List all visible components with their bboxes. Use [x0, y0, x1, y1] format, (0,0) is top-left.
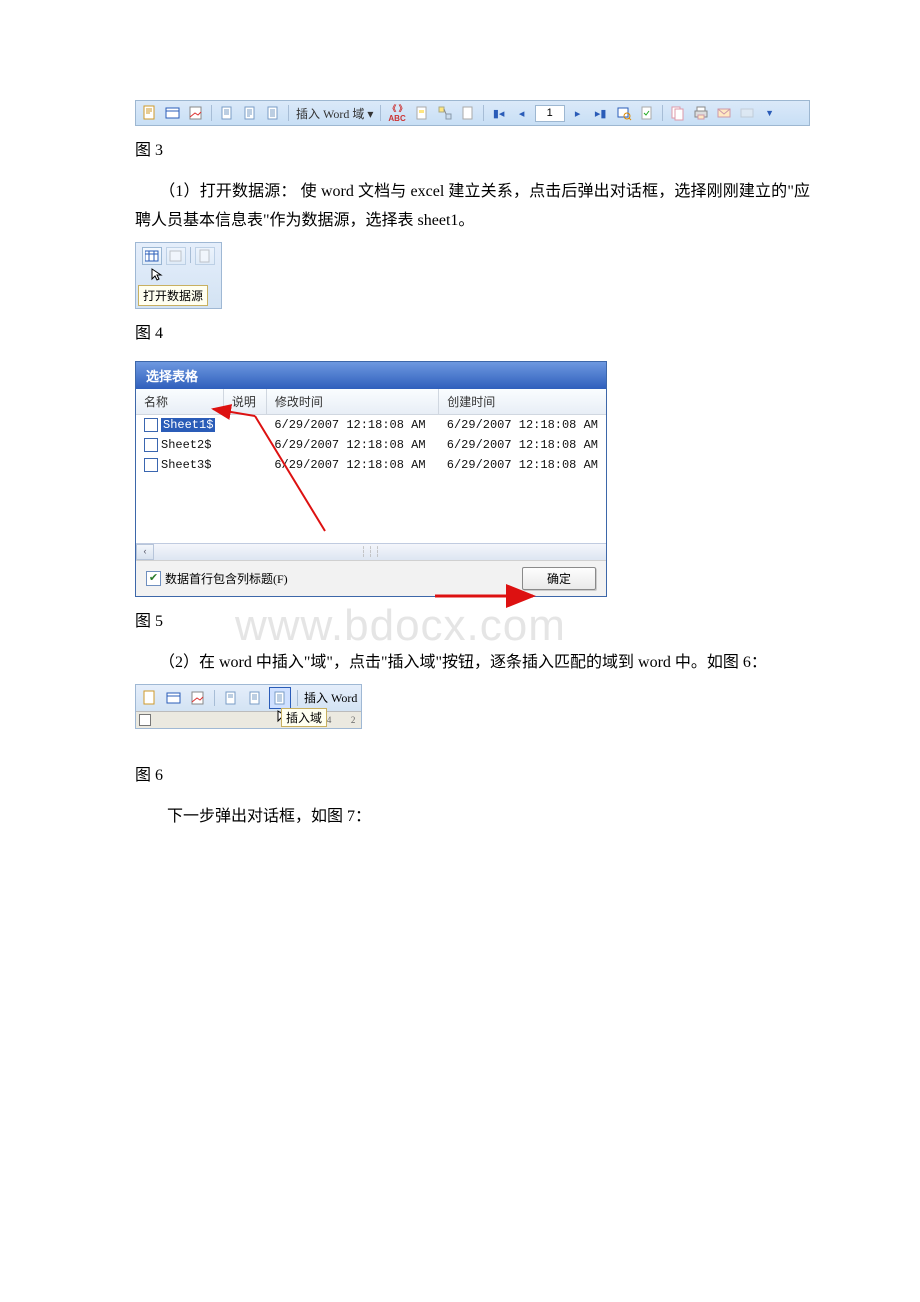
merge-to-fax-icon[interactable]	[737, 103, 757, 123]
recipients-icon[interactable]	[188, 688, 208, 708]
recipients-icon[interactable]	[166, 247, 186, 265]
paragraph-3: 下一步弹出对话框，如图 7：	[135, 803, 810, 832]
insert-field-tooltip: 插入域	[281, 708, 327, 727]
address-block-icon[interactable]	[195, 247, 215, 265]
open-data-source-tooltip: 打开数据源	[138, 285, 208, 306]
tab-selector-icon[interactable]	[139, 714, 151, 726]
figure-5-caption: 图 5	[135, 607, 810, 631]
col-desc[interactable]: 说明	[223, 389, 266, 415]
resize-grip-icon: ┆┆┆	[360, 547, 381, 558]
check-errors-icon[interactable]	[637, 103, 657, 123]
recipients-icon[interactable]	[186, 103, 206, 123]
table-row[interactable]: Sheet3$ 6/29/2007 12:18:08 AM 6/29/2007 …	[136, 455, 606, 475]
record-number-input[interactable]: 1	[535, 105, 565, 122]
figure-4-caption: 图 4	[135, 319, 810, 343]
highlight-merge-fields-icon[interactable]	[412, 103, 432, 123]
merge-to-email-icon[interactable]	[714, 103, 734, 123]
next-record-icon[interactable]: ▸	[568, 103, 588, 123]
insert-field-toolbar-snippet: 插入 Word 4 2	[135, 684, 362, 729]
figure-3-caption: 图 3	[135, 136, 810, 160]
ruler: 4 2	[136, 711, 361, 728]
scroll-left-icon[interactable]: ‹	[136, 544, 154, 560]
insert-word-text[interactable]: 插入 Word	[304, 689, 357, 706]
col-created[interactable]: 创建时间	[439, 389, 606, 415]
table-row[interactable]: Sheet1$ 6/29/2007 12:18:08 AM 6/29/2007 …	[136, 414, 606, 435]
sheet-table: 名称 说明 修改时间 创建时间 Sheet1$ 6/29/2007 12:18:…	[136, 389, 606, 476]
horizontal-scrollbar[interactable]: ‹ ┆┆┆	[136, 543, 606, 560]
toolbar-options-icon[interactable]: ▼	[760, 103, 780, 123]
view-merged-data-icon[interactable]: 《 》ABC	[386, 103, 408, 123]
sheet-icon	[144, 418, 158, 432]
address-block-icon[interactable]	[217, 103, 237, 123]
propagate-labels-icon[interactable]	[458, 103, 478, 123]
dialog-title: 选择表格	[136, 362, 606, 389]
sheet-icon	[144, 438, 158, 452]
table-row[interactable]: Sheet2$ 6/29/2007 12:18:08 AM 6/29/2007 …	[136, 435, 606, 455]
mail-merge-toolbar: 插入 Word 域 ▾ 《 》ABC ▮◂ ◂ 1 ▸ ▸▮ ▼	[135, 100, 810, 126]
main-document-setup-icon[interactable]	[140, 688, 160, 708]
first-row-headers-checkbox[interactable]: ✔ 数据首行包含列标题(F)	[146, 570, 288, 587]
insert-word-field-button[interactable]: 插入 Word 域 ▾	[294, 105, 375, 122]
merge-new-doc-icon[interactable]	[668, 103, 688, 123]
insert-merge-field-icon[interactable]	[269, 687, 291, 709]
figure-6-caption: 图 6	[135, 761, 810, 785]
greeting-line-icon[interactable]	[240, 103, 260, 123]
open-data-source-toolbar-snippet: 打开数据源	[135, 242, 222, 309]
prev-record-icon[interactable]: ◂	[512, 103, 532, 123]
greeting-line-icon[interactable]	[245, 688, 265, 708]
paragraph-1: （1）打开数据源： 使 word 文档与 excel 建立关系，点击后弹出对话框…	[135, 178, 810, 236]
address-block-icon[interactable]	[221, 688, 241, 708]
first-record-icon[interactable]: ▮◂	[489, 103, 509, 123]
cursor-icon	[150, 267, 164, 281]
checkbox-icon[interactable]: ✔	[146, 571, 161, 586]
select-table-dialog: 选择表格 名称 说明 修改时间 创建时间 Sheet1$	[135, 361, 607, 598]
last-record-icon[interactable]: ▸▮	[591, 103, 611, 123]
sheet-icon	[144, 458, 158, 472]
find-record-icon[interactable]	[614, 103, 634, 123]
merge-to-printer-icon[interactable]	[691, 103, 711, 123]
col-modified[interactable]: 修改时间	[266, 389, 438, 415]
insert-merge-field-icon[interactable]	[263, 103, 283, 123]
open-data-source-icon[interactable]	[164, 688, 184, 708]
open-data-source-icon[interactable]	[142, 247, 162, 265]
col-name[interactable]: 名称	[136, 389, 223, 415]
open-data-source-icon[interactable]	[163, 103, 183, 123]
ok-button[interactable]: 确定	[522, 567, 596, 590]
main-document-setup-icon[interactable]	[140, 103, 160, 123]
match-fields-icon[interactable]	[435, 103, 455, 123]
paragraph-2: （2）在 word 中插入"域"，点击"插入域"按钮，逐条插入匹配的域到 wor…	[135, 649, 810, 678]
